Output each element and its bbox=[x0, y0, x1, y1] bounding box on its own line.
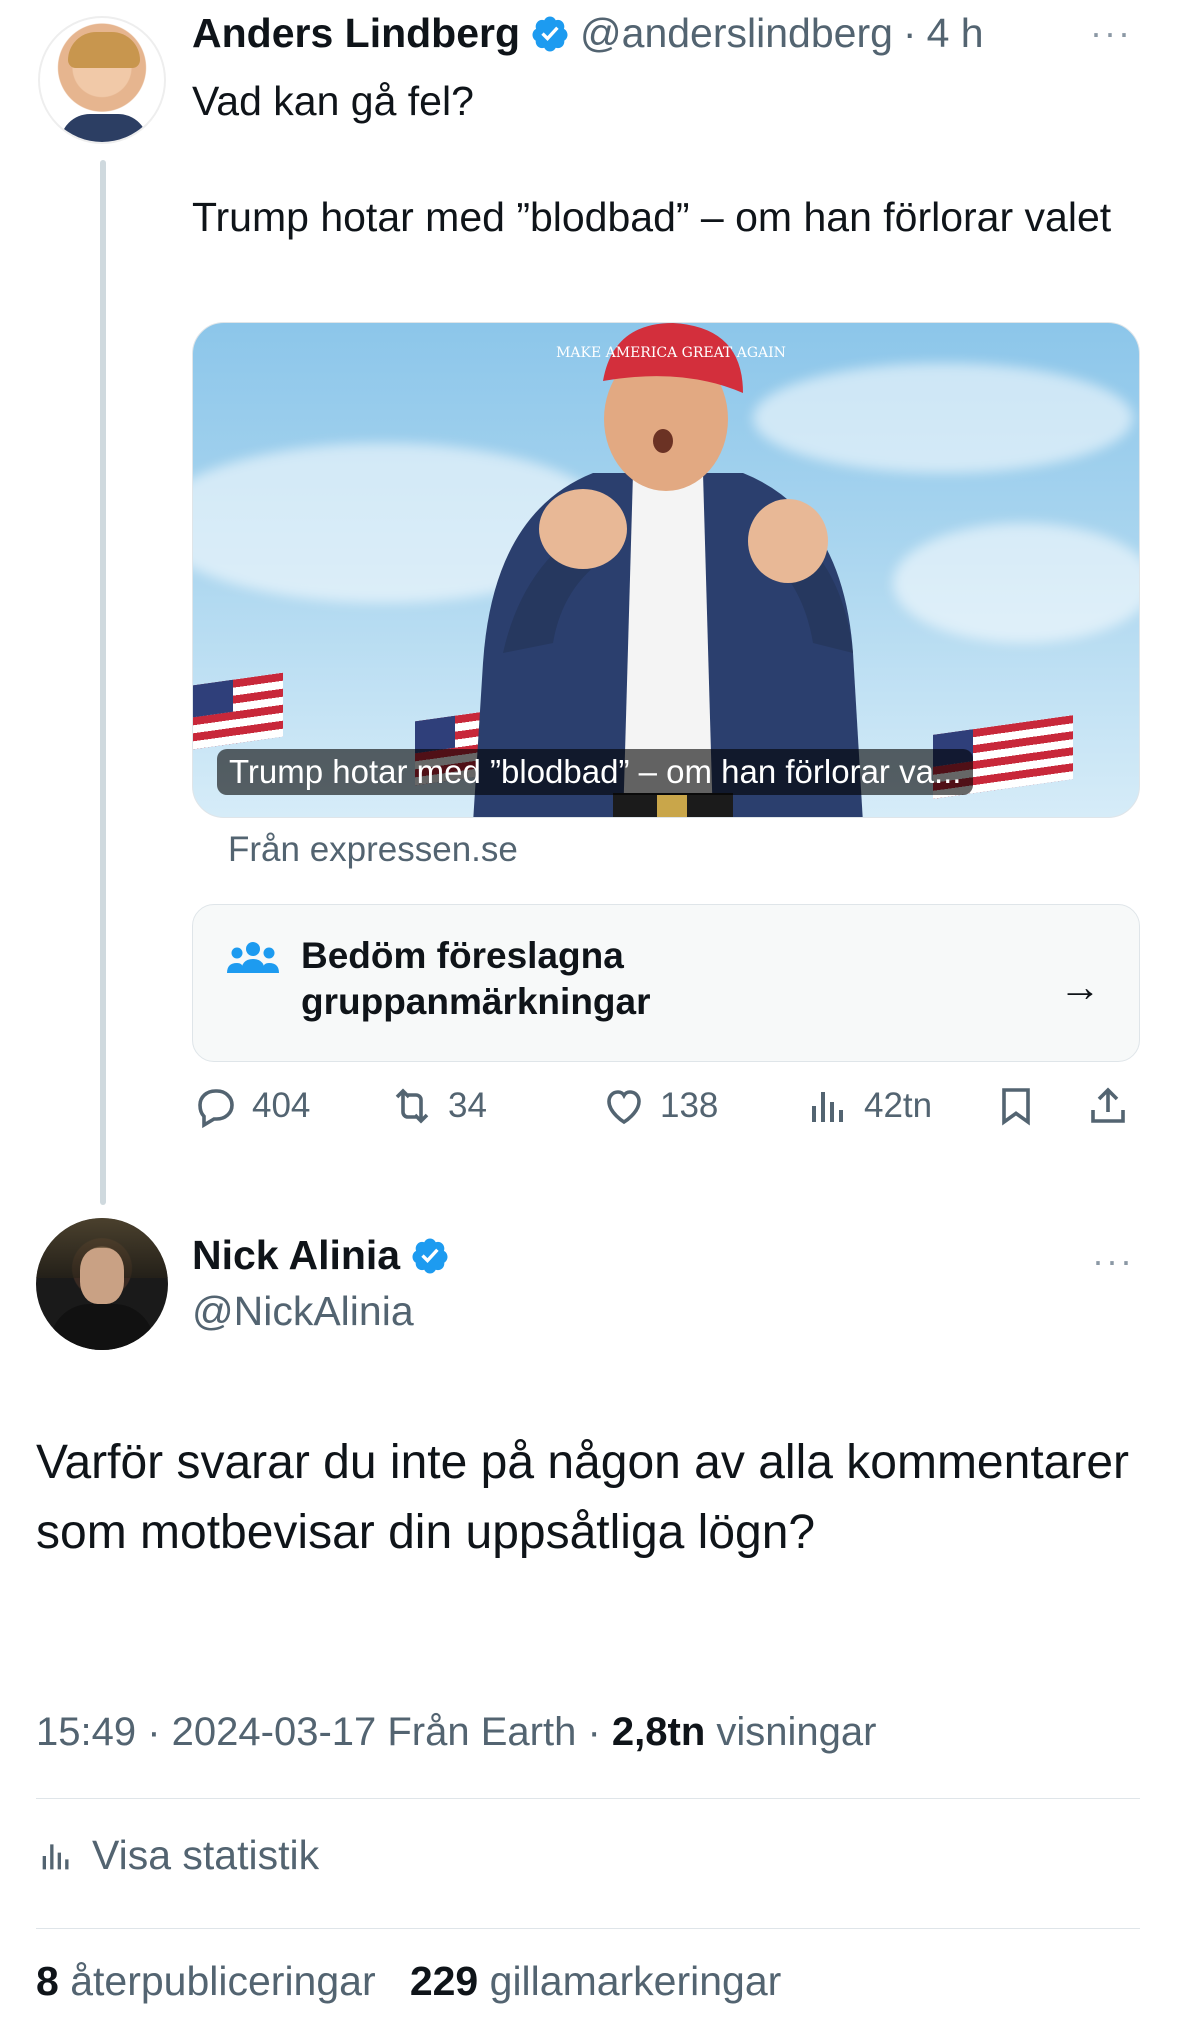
tweet2-views-label: visningar bbox=[705, 1710, 877, 1754]
reposts-count[interactable]: 8 bbox=[36, 1958, 59, 2004]
avatar-coat bbox=[50, 1304, 154, 1350]
tweet1-handle[interactable]: @anderslindberg bbox=[580, 10, 893, 57]
people-group-icon bbox=[227, 942, 279, 973]
thread-connector-line bbox=[100, 160, 106, 1205]
analytics-bar-icon bbox=[812, 1092, 843, 1122]
tweet2-author-name[interactable]: Nick Alinia bbox=[192, 1232, 400, 1279]
view-stats-link[interactable]: Visa statistik bbox=[36, 1832, 319, 1879]
share-icon bbox=[1091, 1087, 1125, 1123]
divider bbox=[36, 1928, 1140, 1929]
tweet1-author-name[interactable]: Anders Lindberg bbox=[192, 10, 520, 57]
tweet2-header: Nick Alinia bbox=[192, 1232, 450, 1279]
avatar-hair bbox=[68, 32, 140, 68]
verified-badge-icon bbox=[412, 1238, 448, 1273]
card-source-link[interactable]: Från expressen.se bbox=[228, 830, 518, 870]
tweet1-separator: · bbox=[902, 10, 917, 56]
repost-icon bbox=[395, 1088, 429, 1124]
bookmark-button[interactable] bbox=[992, 1082, 1040, 1130]
bookmark-icon bbox=[1002, 1088, 1030, 1126]
more-options-icon[interactable]: ··· bbox=[1092, 1240, 1134, 1282]
repost-count: 34 bbox=[448, 1086, 487, 1125]
like-button[interactable]: 138 bbox=[600, 1082, 718, 1130]
flag-image bbox=[193, 672, 283, 750]
view-stats-label: Visa statistik bbox=[92, 1832, 320, 1878]
tweet1-header: Anders Lindberg @anderslindberg · 4 h bbox=[192, 10, 984, 57]
tweet1-text-line1: Vad kan gå fel? bbox=[192, 78, 474, 124]
likes-count[interactable]: 229 bbox=[410, 1958, 478, 2004]
tweet1-time[interactable]: 4 h bbox=[927, 10, 984, 57]
avatar-face bbox=[80, 1248, 124, 1304]
tweet1-action-bar: 404 34 138 42tn bbox=[192, 1082, 1140, 1146]
reposts-label[interactable]: återpubliceringar bbox=[70, 1958, 375, 2004]
tweet2-text: Varför svarar du inte på någon av alla k… bbox=[36, 1436, 1130, 1559]
tweet2-meta: 15:49 · 2024-03-17 Från Earth · 2,8tn vi… bbox=[36, 1710, 876, 1755]
community-notes-label: Bedöm föreslagna gruppanmärkningar bbox=[301, 935, 651, 1022]
share-button[interactable] bbox=[1084, 1082, 1132, 1130]
repost-button[interactable]: 34 bbox=[388, 1082, 487, 1130]
views-count: 42tn bbox=[864, 1086, 933, 1125]
like-count: 138 bbox=[660, 1086, 719, 1125]
tweet1-text: Vad kan gå fel? Trump hotar med ”blodbad… bbox=[192, 72, 1132, 304]
likes-label[interactable]: gillamarkeringar bbox=[490, 1958, 782, 2004]
cloud-shape bbox=[893, 523, 1139, 643]
views-button[interactable]: 42tn bbox=[804, 1082, 932, 1130]
avatar-nick-alinia[interactable] bbox=[36, 1218, 168, 1350]
reply-count: 404 bbox=[252, 1086, 311, 1125]
tweet2-engagement-counts: 8 återpubliceringar 229 gillamarkeringar bbox=[36, 1958, 781, 2005]
reply-icon bbox=[198, 1089, 234, 1129]
avatar-anders-lindberg[interactable] bbox=[38, 16, 166, 144]
card-photo-person: MAKE AMERICA GREAT AGAIN bbox=[473, 323, 863, 817]
reply-button[interactable]: 404 bbox=[192, 1082, 310, 1130]
tweet2-timestamp[interactable]: 15:49 · 2024-03-17 Från Earth · bbox=[36, 1710, 612, 1754]
analytics-bar-icon bbox=[42, 1843, 69, 1869]
verified-badge-icon bbox=[532, 16, 568, 51]
arrow-right-icon: → bbox=[1059, 963, 1101, 1010]
card-caption: Trump hotar med ”blodbad” – om han förlo… bbox=[217, 749, 974, 795]
tweet1-text-line2: Trump hotar med ”blodbad” – om han förlo… bbox=[192, 194, 1112, 240]
avatar-shirt bbox=[60, 114, 148, 142]
more-options-icon[interactable]: ··· bbox=[1090, 12, 1132, 54]
divider bbox=[36, 1798, 1140, 1799]
tweet2-handle[interactable]: @NickAlinia bbox=[192, 1288, 414, 1335]
heart-icon bbox=[607, 1090, 641, 1125]
tweet2-views-count: 2,8tn bbox=[611, 1710, 706, 1754]
hat-text: MAKE AMERICA GREAT AGAIN bbox=[556, 345, 786, 361]
link-preview-card[interactable]: MAKE AMERICA GREAT AGAIN Trump hotar med… bbox=[192, 322, 1140, 818]
community-notes-prompt[interactable]: Bedöm föreslagna gruppanmärkningar → bbox=[192, 904, 1140, 1062]
